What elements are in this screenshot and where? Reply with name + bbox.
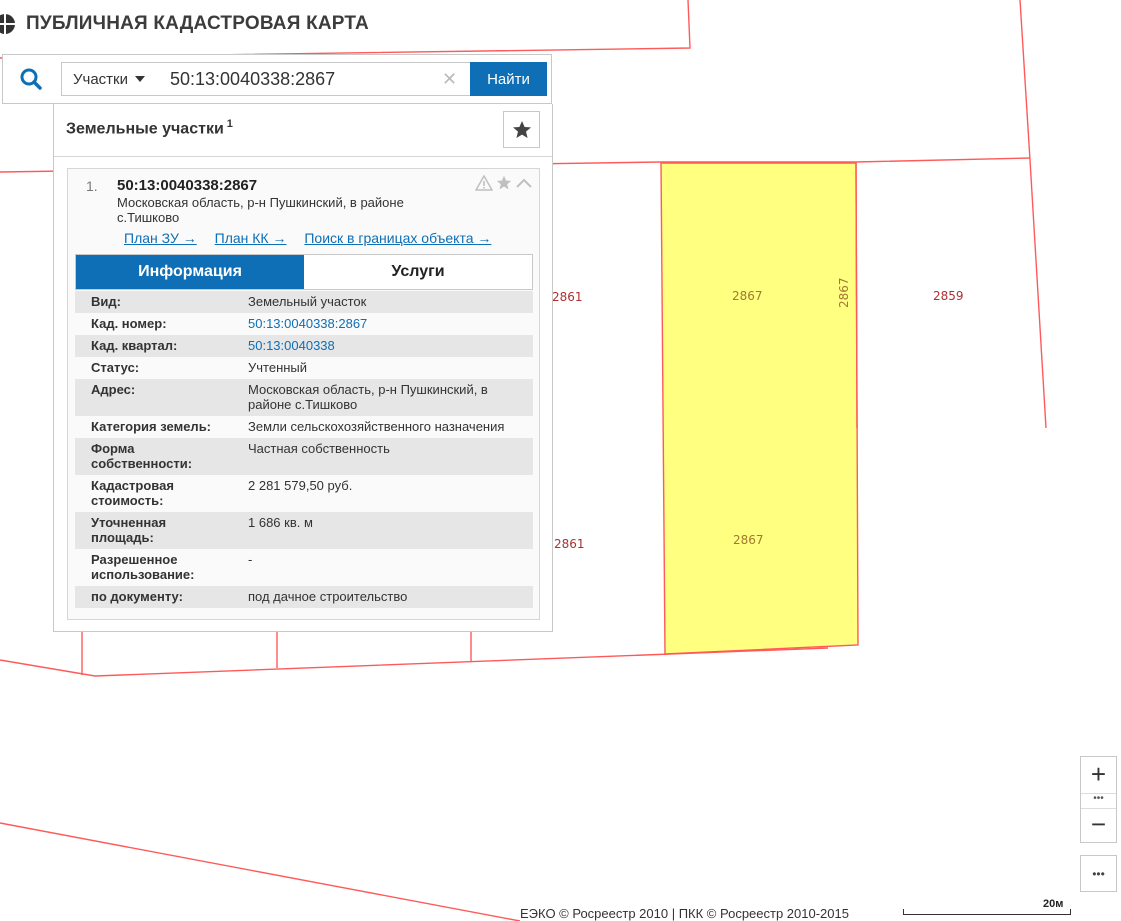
info-table: Вид: Земельный участок Кад. номер: 50:13:0… [75, 291, 533, 608]
search-in-bounds-link[interactable]: Поиск в границах объекта → [304, 230, 491, 246]
results-panel: Земельные участки 1 1. 50:13:0040338:2867… [53, 104, 553, 632]
tab-info[interactable]: Информация [76, 255, 304, 289]
results-title: Земельные участки 1 [66, 118, 233, 138]
plan-zu-link[interactable]: План ЗУ → [124, 230, 197, 246]
selected-parcel-2867 [660, 162, 859, 655]
logo-icon [0, 14, 15, 34]
row-label: Форма собственности: [91, 441, 193, 471]
table-row: Статус: Учтенный [75, 357, 533, 379]
row-label: Статус: [91, 360, 140, 375]
parcel-label: 2861 [554, 537, 585, 551]
result-cadastral-number: 50:13:0040338:2867 [117, 177, 258, 194]
row-label: Кадастровая стоимость: [91, 478, 174, 508]
parcel-label: 2867 [732, 289, 763, 303]
table-row: Разрешенное использование: - [75, 549, 533, 586]
tab-services[interactable]: Услуги [304, 255, 532, 289]
table-row: Категория земель: Земли сельскохозяйствен… [75, 416, 533, 438]
row-value: 1 686 кв. м [248, 515, 313, 530]
zoom-control: + ••• − [1080, 756, 1117, 843]
copyright-text: ЕЭКО © Росреестр 2010 | ПКК © Росреестр … [520, 906, 849, 921]
result-links: План ЗУ → План КК → Поиск в границах объ… [124, 230, 505, 246]
row-label: по документу: [91, 589, 183, 604]
favorites-button[interactable] [503, 111, 540, 148]
chevron-up-icon[interactable] [515, 175, 533, 191]
row-label: Уточненная площадь: [91, 515, 167, 545]
table-row: Уточненная площадь: 1 686 кв. м [75, 512, 533, 549]
zoom-in-button[interactable]: + [1081, 757, 1116, 792]
row-value: Земельный участок [248, 294, 367, 309]
table-row: Адрес: Московская область, р-н Пушкинский… [75, 379, 533, 416]
result-tabs: Информация Услуги [75, 254, 533, 290]
row-label: Разрешенное использование: [91, 552, 195, 582]
row-label: Вид: [91, 294, 121, 309]
result-index: 1. [86, 178, 98, 194]
parcel-boundary [855, 162, 858, 429]
row-label: Адрес: [91, 382, 136, 397]
row-value: Частная собственность [248, 441, 390, 456]
result-address: Московская область, р-н Пушкинский, в ра… [117, 195, 404, 225]
scale-label: 20м [1043, 898, 1064, 910]
row-label: Категория земель: [91, 419, 212, 434]
row-label: Кад. номер: [91, 316, 167, 331]
app-header: ПУБЛИЧНАЯ КАДАСТРОВАЯ КАРТА [0, 0, 369, 48]
parcel-label: 2859 [933, 289, 964, 303]
find-button[interactable]: Найти [470, 62, 547, 96]
table-row: Вид: Земельный участок [75, 291, 533, 313]
table-row: Кад. номер: 50:13:0040338:2867 [75, 313, 533, 335]
close-icon[interactable]: ✕ [442, 70, 457, 88]
row-value: Московская область, р-н Пушкинский, в ра… [248, 382, 488, 412]
row-value: Учтенный [248, 360, 308, 375]
parcel-boundary [0, 822, 521, 921]
search-type-label: Участки [73, 70, 128, 88]
search-bar: Участки ✕ Найти [2, 54, 552, 104]
plan-kk-link[interactable]: План КК → [215, 230, 287, 246]
parcel-label: 2867 [733, 533, 764, 547]
result-card[interactable]: 1. 50:13:0040338:2867 Московская область… [67, 168, 540, 620]
cadastral-quarter-link[interactable]: 50:13:0040338 [232, 335, 533, 357]
warning-icon[interactable] [475, 175, 493, 191]
row-value: Земли сельскохозяйственного назначения [248, 419, 505, 434]
more-tools-button[interactable]: ••• [1080, 855, 1117, 892]
search-type-select[interactable]: Участки [61, 62, 157, 96]
chevron-down-icon [135, 76, 145, 82]
results-count: 1 [226, 118, 233, 130]
app-title: ПУБЛИЧНАЯ КАДАСТРОВАЯ КАРТА [26, 13, 369, 34]
parcel-label: 2861 [552, 290, 583, 304]
parcel-boundary [1019, 0, 1047, 429]
star-icon [512, 120, 531, 138]
cadastral-number-link[interactable]: 50:13:0040338:2867 [232, 313, 533, 335]
table-row: по документу: под дачное строительство [75, 586, 533, 608]
row-value: - [248, 552, 253, 567]
table-row: Кад. квартал: 50:13:0040338 [75, 335, 533, 357]
parcel-label: 2867 [837, 277, 851, 308]
card-actions [475, 175, 533, 191]
row-value: 2 281 579,50 руб. [248, 478, 353, 493]
star-icon[interactable] [495, 175, 513, 191]
results-header: Земельные участки 1 [54, 104, 552, 157]
search-icon[interactable] [19, 67, 43, 91]
results-title-text: Земельные участки [66, 120, 224, 138]
zoom-out-button[interactable]: − [1081, 807, 1116, 842]
search-input[interactable] [156, 62, 472, 96]
table-row: Форма собственности: Частная собственност… [75, 438, 533, 475]
table-row: Кадастровая стоимость: 2 281 579,50 руб. [75, 475, 533, 512]
row-label: Кад. квартал: [91, 338, 178, 353]
row-value: под дачное строительство [248, 589, 408, 604]
